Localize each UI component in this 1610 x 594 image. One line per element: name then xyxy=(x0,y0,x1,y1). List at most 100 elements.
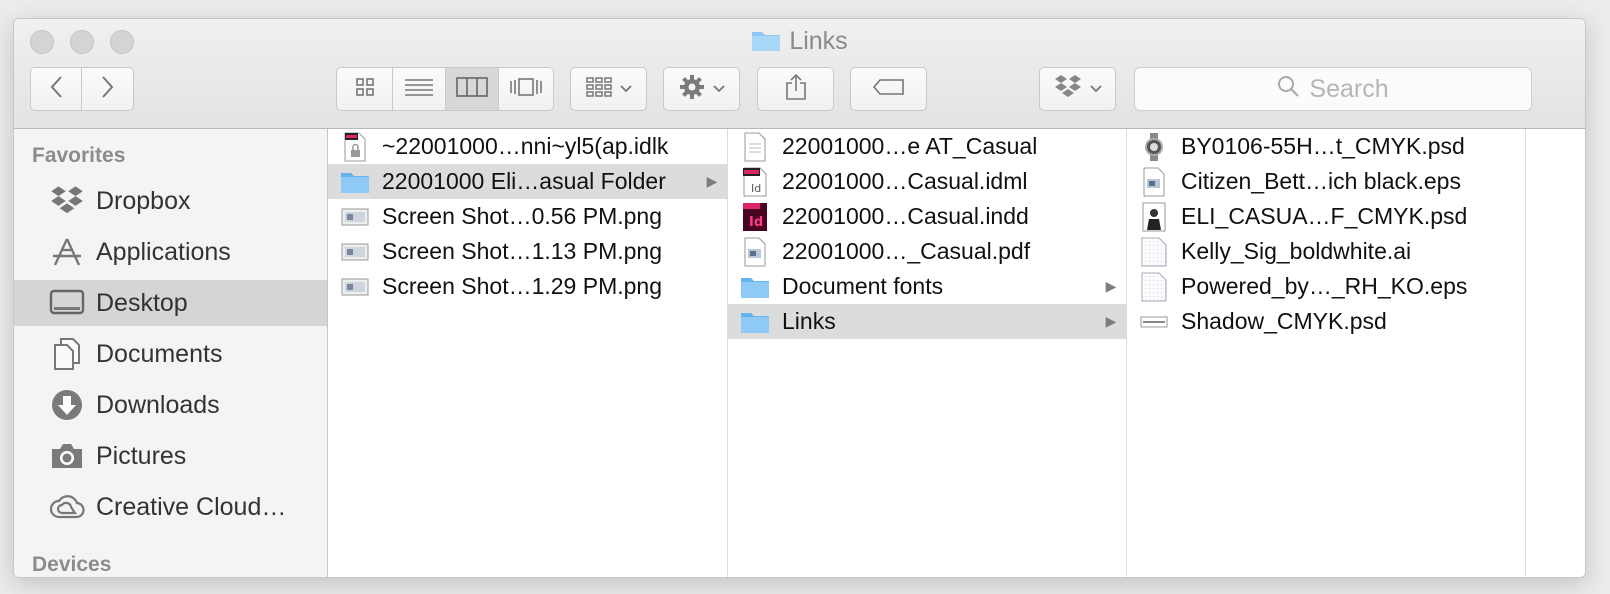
favorites-heading: Favorites xyxy=(32,144,126,167)
sidebar-item-label: Dropbox xyxy=(96,186,191,215)
action-button[interactable] xyxy=(663,67,740,111)
list-icon xyxy=(404,77,434,102)
forward-button[interactable] xyxy=(82,68,133,110)
camera-icon xyxy=(14,441,96,471)
list-item[interactable]: Id 22001000…Casual.idml xyxy=(728,164,1126,199)
document-file-icon xyxy=(728,132,782,162)
share-button[interactable] xyxy=(757,67,834,111)
chevron-down-icon xyxy=(712,80,725,98)
item-name: Powered_by…_RH_KO.eps xyxy=(1181,273,1468,299)
sidebar-item-downloads[interactable]: Downloads xyxy=(14,382,327,428)
item-name: Links xyxy=(782,308,836,334)
window-title-text: Links xyxy=(789,27,848,55)
sidebar-item-applications[interactable]: Applications xyxy=(14,229,327,275)
item-name: 22001000…Casual.indd xyxy=(782,203,1029,229)
disclosure-arrow-icon: ▶ xyxy=(706,173,718,189)
sidebar-item-label: Pictures xyxy=(96,441,187,470)
eps-file-icon xyxy=(1127,167,1181,197)
dropbox-icon xyxy=(1054,74,1082,105)
arrange-grid-icon xyxy=(585,76,612,102)
sidebar-item-dropbox[interactable]: Dropbox xyxy=(14,178,327,224)
dropbox-button[interactable] xyxy=(1039,67,1116,111)
list-item[interactable]: Id 22001000…Casual.indd xyxy=(728,199,1126,234)
sidebar-item-creative-cloud[interactable]: Creative Cloud… xyxy=(14,484,327,530)
folder-icon xyxy=(728,310,782,334)
browser-column-3: BY0106-55H…t_CMYK.psd Citizen_Bett…ich b… xyxy=(1127,129,1526,577)
list-item[interactable]: ~22001000…nni~yl5(ap.idlk xyxy=(328,129,727,164)
list-item[interactable]: Citizen_Bett…ich black.eps xyxy=(1127,164,1525,199)
list-item[interactable]: Screen Shot…1.29 PM.png xyxy=(328,269,727,304)
view-mode-control xyxy=(336,67,554,111)
list-item[interactable]: Screen Shot…1.13 PM.png xyxy=(328,234,727,269)
sidebar-item-desktop[interactable]: Desktop xyxy=(14,280,327,326)
item-name: Kelly_Sig_boldwhite.ai xyxy=(1181,238,1412,264)
list-item[interactable]: BY0106-55H…t_CMYK.psd xyxy=(1127,129,1525,164)
list-item[interactable]: Powered_by…_RH_KO.eps xyxy=(1127,269,1525,304)
list-view-button[interactable] xyxy=(393,68,446,110)
sidebar-item-pictures[interactable]: Pictures xyxy=(14,433,327,479)
chevron-down-icon xyxy=(1089,80,1102,98)
disclosure-arrow-icon: ▶ xyxy=(1105,278,1117,294)
item-name: 22001000…Casual.idml xyxy=(782,168,1028,194)
gear-icon xyxy=(679,74,705,105)
column-view-button[interactable] xyxy=(446,68,499,110)
list-item[interactable]: 22001000…e AT_Casual xyxy=(728,129,1126,164)
applications-icon xyxy=(14,236,96,268)
tags-button[interactable] xyxy=(850,67,927,111)
sidebar-item-documents[interactable]: Documents xyxy=(14,331,327,377)
list-item[interactable]: 22001000 Eli…asual Folder ▶ xyxy=(328,164,727,199)
toolbar: Links Search xyxy=(14,19,1585,129)
window-title: Links xyxy=(14,27,1585,59)
list-item[interactable]: Screen Shot…0.56 PM.png xyxy=(328,199,727,234)
back-button[interactable] xyxy=(31,68,82,110)
chevron-down-icon xyxy=(619,80,632,98)
list-item[interactable]: 22001000…_Casual.pdf xyxy=(728,234,1126,269)
downloads-icon xyxy=(14,388,96,422)
list-item[interactable]: Links ▶ xyxy=(728,304,1126,339)
icon-view-button[interactable] xyxy=(337,68,394,110)
portrait-thumbnail-icon xyxy=(1127,202,1181,232)
sidebar: Favorites Dropbox Applications Desktop D… xyxy=(14,129,328,577)
search-field[interactable]: Search xyxy=(1134,67,1532,111)
item-name: ELI_CASUA…F_CMYK.psd xyxy=(1181,203,1468,229)
item-name: Screen Shot…1.13 PM.png xyxy=(382,238,662,264)
tag-icon xyxy=(872,78,906,101)
pdf-file-icon xyxy=(728,237,782,267)
documents-icon xyxy=(14,337,96,371)
list-item[interactable]: ELI_CASUA…F_CMYK.psd xyxy=(1127,199,1525,234)
creative-cloud-icon xyxy=(14,493,96,521)
disclosure-arrow-icon: ▶ xyxy=(1105,313,1117,329)
chevron-left-icon xyxy=(49,75,63,104)
finder-window: Links Search Favorites Dropbox Applicati… xyxy=(13,18,1586,578)
search-placeholder: Search xyxy=(1309,74,1389,103)
nav-buttons xyxy=(30,67,134,111)
folder-icon xyxy=(751,28,781,59)
item-name: Shadow_CMYK.psd xyxy=(1181,308,1387,334)
sidebar-item-label: Creative Cloud… xyxy=(96,492,287,521)
item-name: 22001000…e AT_Casual xyxy=(782,133,1038,159)
folder-icon xyxy=(328,170,382,194)
blank-file-icon xyxy=(1127,237,1181,267)
watch-thumbnail-icon xyxy=(1127,132,1181,162)
image-file-icon xyxy=(328,206,382,228)
list-item[interactable]: Shadow_CMYK.psd xyxy=(1127,304,1525,339)
cover-flow-button[interactable] xyxy=(499,68,553,110)
folder-icon xyxy=(728,275,782,299)
item-name: Citizen_Bett…ich black.eps xyxy=(1181,168,1461,194)
list-item[interactable]: Document fonts ▶ xyxy=(728,269,1126,304)
item-name: ~22001000…nni~yl5(ap.idlk xyxy=(382,133,669,159)
columns-icon xyxy=(455,76,488,102)
arrange-button[interactable] xyxy=(570,67,647,111)
svg-text:Id: Id xyxy=(749,215,763,230)
idml-file-icon: Id xyxy=(728,167,782,197)
svg-text:Id: Id xyxy=(751,182,761,195)
sidebar-item-label: Downloads xyxy=(96,390,220,419)
lock-file-icon xyxy=(328,132,382,162)
image-file-icon xyxy=(328,241,382,263)
list-item[interactable]: Kelly_Sig_boldwhite.ai xyxy=(1127,234,1525,269)
chevron-right-icon xyxy=(101,75,115,104)
image-file-icon xyxy=(328,276,382,298)
blank-file-icon xyxy=(1127,272,1181,302)
item-name: 22001000…_Casual.pdf xyxy=(782,238,1031,264)
shadow-thumbnail-icon xyxy=(1127,315,1181,329)
